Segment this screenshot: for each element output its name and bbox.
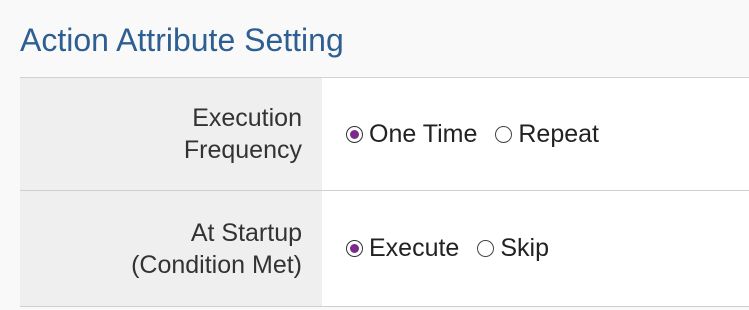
at-startup-row: At Startup (Condition Met) Execute Skip [20, 191, 749, 307]
at-startup-options: Execute Skip [322, 191, 749, 306]
execution-frequency-row: Execution Frequency One Time Repeat [20, 78, 749, 191]
repeat-radio-option[interactable]: Repeat [495, 120, 599, 149]
row-label-cell: At Startup (Condition Met) [20, 191, 322, 306]
execution-frequency-label: Execution Frequency [183, 104, 302, 164]
row-label-cell: Execution Frequency [20, 78, 322, 190]
execution-frequency-options: One Time Repeat [322, 78, 749, 190]
radio-unchecked-icon[interactable] [477, 240, 495, 257]
skip-label[interactable]: Skip [500, 234, 549, 263]
at-startup-label: At Startup (Condition Met) [131, 218, 302, 279]
repeat-label[interactable]: Repeat [518, 120, 599, 149]
radio-checked-icon[interactable] [346, 125, 363, 143]
settings-table: Execution Frequency One Time Repeat At S… [20, 78, 749, 307]
radio-unchecked-icon[interactable] [495, 125, 513, 143]
radio-checked-icon[interactable] [346, 240, 363, 257]
execute-radio-option[interactable]: Execute [346, 234, 459, 263]
one-time-radio-option[interactable]: One Time [346, 120, 477, 149]
action-attribute-panel: Action Attribute Setting Execution Frequ… [0, 0, 749, 310]
one-time-label[interactable]: One Time [369, 120, 477, 149]
execute-label[interactable]: Execute [369, 234, 459, 263]
skip-radio-option[interactable]: Skip [477, 234, 549, 263]
section-title: Action Attribute Setting [20, 22, 344, 58]
